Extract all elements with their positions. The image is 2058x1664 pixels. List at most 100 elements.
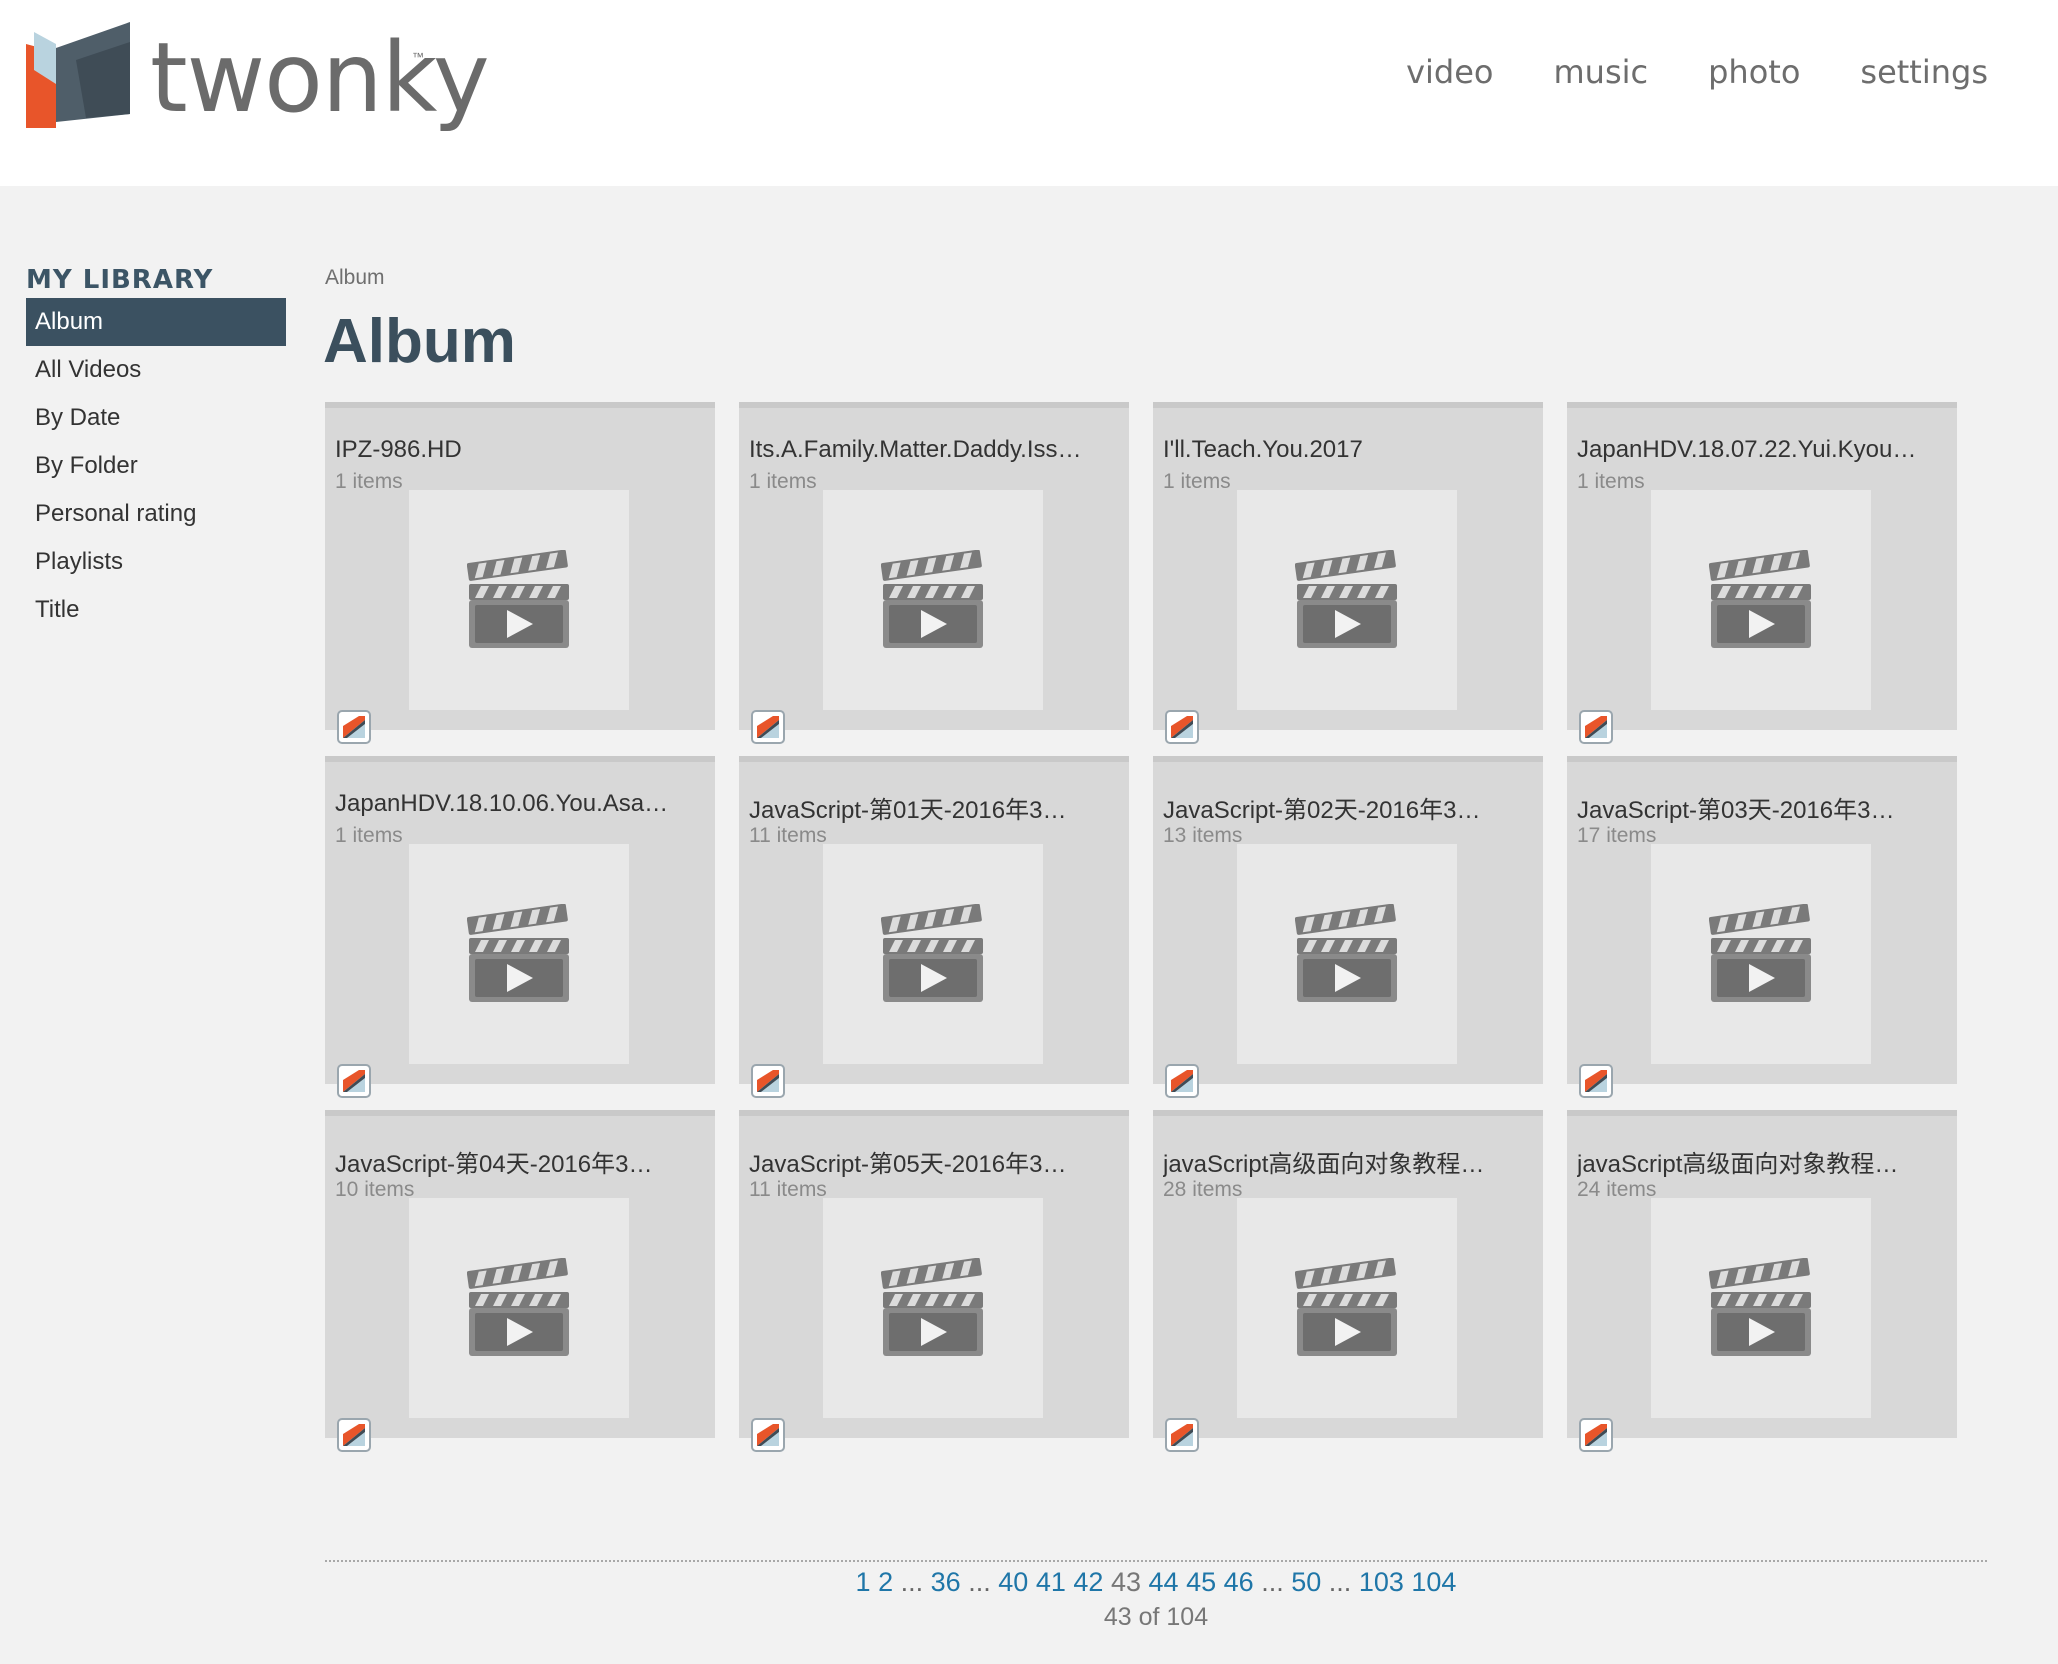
- album-thumbnail[interactable]: [1651, 490, 1871, 710]
- album-thumbnail[interactable]: [1237, 844, 1457, 1064]
- sidebar: MY LIBRARY Album All Videos By Date By Fold…: [26, 262, 286, 634]
- pagination-page-link[interactable]: 45: [1186, 1567, 1216, 1597]
- album-title: JavaScript-第01天-2016年3…: [749, 797, 1067, 824]
- header: twonky ™ video music photo settings: [0, 0, 2058, 186]
- pagination-status: 43 of 104: [1103, 1603, 1209, 1631]
- sidebar-title: MY LIBRARY: [26, 265, 214, 295]
- album-item-count: 1 items: [335, 824, 403, 847]
- pagination-ellipsis: ...: [968, 1567, 991, 1597]
- pagination-divider: [325, 1560, 1987, 1562]
- album-item-count: 1 items: [1163, 470, 1231, 493]
- pagination-page-link[interactable]: 46: [1224, 1567, 1254, 1597]
- album-item-count: 10 items: [335, 1178, 415, 1201]
- album-thumbnail[interactable]: [409, 1198, 629, 1418]
- sidebar-item-album[interactable]: Album: [26, 298, 286, 346]
- sidebar-item-title[interactable]: Title: [26, 586, 286, 634]
- twonky-source-badge-icon: [337, 1064, 371, 1098]
- album-thumbnail[interactable]: [409, 490, 629, 710]
- sidebar-item-playlists[interactable]: Playlists: [26, 538, 286, 586]
- album-title: javaScript高级面向对象教程…: [1163, 1151, 1485, 1178]
- twonky-source-badge-icon: [751, 1064, 785, 1098]
- pagination-page-link[interactable]: 44: [1149, 1567, 1179, 1597]
- album-title: Its.A.Family.Matter.Daddy.Iss…: [749, 436, 1082, 463]
- album-card[interactable]: JapanHDV.18.10.06.You.Asa… 1 items: [325, 756, 715, 1098]
- sidebar-item-by-date[interactable]: By Date: [26, 394, 286, 442]
- logo-wordmark[interactable]: twonky: [150, 18, 490, 138]
- sidebar-item-by-folder[interactable]: By Folder: [26, 442, 286, 490]
- page-title: Album: [323, 307, 516, 376]
- album-title: JavaScript-第02天-2016年3…: [1163, 797, 1481, 824]
- twonky-source-badge-icon: [1579, 710, 1613, 744]
- album-item-count: 24 items: [1577, 1178, 1657, 1201]
- twonky-source-badge-icon: [337, 1418, 371, 1452]
- pagination-page-link[interactable]: 2: [878, 1567, 893, 1597]
- nav-photo[interactable]: photo: [1708, 52, 1800, 92]
- album-thumbnail[interactable]: [823, 490, 1043, 710]
- album-card[interactable]: IPZ-986.HD 1 items: [325, 402, 715, 744]
- pagination-ellipsis: ...: [1261, 1567, 1284, 1597]
- album-thumbnail[interactable]: [1237, 1198, 1457, 1418]
- pagination: 1 2 ... 36 ... 40 41 42 43 44 45 46 ... …: [325, 1564, 1987, 1600]
- album-card[interactable]: JavaScript-第03天-2016年3… 17 items: [1567, 756, 1957, 1098]
- album-title: JapanHDV.18.07.22.Yui.Kyou…: [1577, 436, 1917, 463]
- album-item-count: 11 items: [749, 1178, 827, 1201]
- album-item-count: 1 items: [749, 470, 817, 493]
- sidebar-list: Album All Videos By Date By Folder Personal …: [26, 298, 286, 634]
- album-item-count: 1 items: [335, 470, 403, 493]
- album-thumbnail[interactable]: [823, 1198, 1043, 1418]
- twonky-source-badge-icon: [1165, 710, 1199, 744]
- twonky-source-badge-icon: [1579, 1064, 1613, 1098]
- album-thumbnail[interactable]: [409, 844, 629, 1064]
- pagination-page-link[interactable]: 42: [1073, 1567, 1103, 1597]
- album-card[interactable]: JavaScript-第01天-2016年3… 11 items: [739, 756, 1129, 1098]
- album-title: JavaScript-第03天-2016年3…: [1577, 797, 1895, 824]
- twonky-source-badge-icon: [751, 710, 785, 744]
- album-card[interactable]: I'll.Teach.You.2017 1 items: [1153, 402, 1543, 744]
- top-navigation: video music photo settings: [1346, 52, 1988, 92]
- nav-settings[interactable]: settings: [1860, 52, 1988, 92]
- album-item-count: 17 items: [1577, 824, 1657, 847]
- trademark-mark: ™: [412, 50, 424, 64]
- pagination-page-link[interactable]: 36: [931, 1567, 961, 1597]
- sidebar-item-all-videos[interactable]: All Videos: [26, 346, 286, 394]
- pagination-page-link[interactable]: 1: [856, 1567, 871, 1597]
- album-card[interactable]: JavaScript-第05天-2016年3… 11 items: [739, 1110, 1129, 1452]
- twonky-logo-icon[interactable]: [26, 22, 136, 128]
- album-item-count: 28 items: [1163, 1178, 1243, 1201]
- album-thumbnail[interactable]: [1651, 844, 1871, 1064]
- pagination-page-link[interactable]: 41: [1036, 1567, 1066, 1597]
- twonky-source-badge-icon: [1165, 1418, 1199, 1452]
- pagination-page-link[interactable]: 104: [1411, 1567, 1456, 1597]
- sidebar-item-personal-rating[interactable]: Personal rating: [26, 490, 286, 538]
- album-title: JavaScript-第04天-2016年3…: [335, 1151, 653, 1178]
- twonky-source-badge-icon: [337, 710, 371, 744]
- pagination-page-link[interactable]: 40: [998, 1567, 1028, 1597]
- twonky-source-badge-icon: [751, 1418, 785, 1452]
- album-card[interactable]: Its.A.Family.Matter.Daddy.Iss… 1 items: [739, 402, 1129, 744]
- album-card[interactable]: JapanHDV.18.07.22.Yui.Kyou… 1 items: [1567, 402, 1957, 744]
- album-item-count: 11 items: [749, 824, 827, 847]
- album-card[interactable]: JavaScript-第04天-2016年3… 10 items: [325, 1110, 715, 1452]
- album-item-count: 1 items: [1577, 470, 1645, 493]
- pagination-ellipsis: ...: [900, 1567, 924, 1597]
- breadcrumb[interactable]: Album: [325, 266, 385, 290]
- album-title: JavaScript-第05天-2016年3…: [749, 1151, 1067, 1178]
- album-item-count: 13 items: [1163, 824, 1243, 847]
- twonky-source-badge-icon: [1165, 1064, 1199, 1098]
- album-thumbnail[interactable]: [823, 844, 1043, 1064]
- pagination-page-link[interactable]: 103: [1359, 1567, 1404, 1597]
- album-card[interactable]: javaScript高级面向对象教程… 24 items: [1567, 1110, 1957, 1452]
- twonky-source-badge-icon: [1579, 1418, 1613, 1452]
- album-card[interactable]: javaScript高级面向对象教程… 28 items: [1153, 1110, 1543, 1452]
- album-card[interactable]: JavaScript-第02天-2016年3… 13 items: [1153, 756, 1543, 1098]
- pagination-page-link[interactable]: 50: [1291, 1567, 1321, 1597]
- album-thumbnail[interactable]: [1651, 1198, 1871, 1418]
- album-title: IPZ-986.HD: [335, 436, 462, 463]
- album-title: JapanHDV.18.10.06.You.Asa…: [335, 790, 669, 817]
- album-title: javaScript高级面向对象教程…: [1577, 1151, 1899, 1178]
- nav-video[interactable]: video: [1406, 52, 1493, 92]
- nav-music[interactable]: music: [1553, 52, 1648, 92]
- album-title: I'll.Teach.You.2017: [1163, 436, 1363, 463]
- pagination-ellipsis: ...: [1328, 1567, 1352, 1597]
- album-thumbnail[interactable]: [1237, 490, 1457, 710]
